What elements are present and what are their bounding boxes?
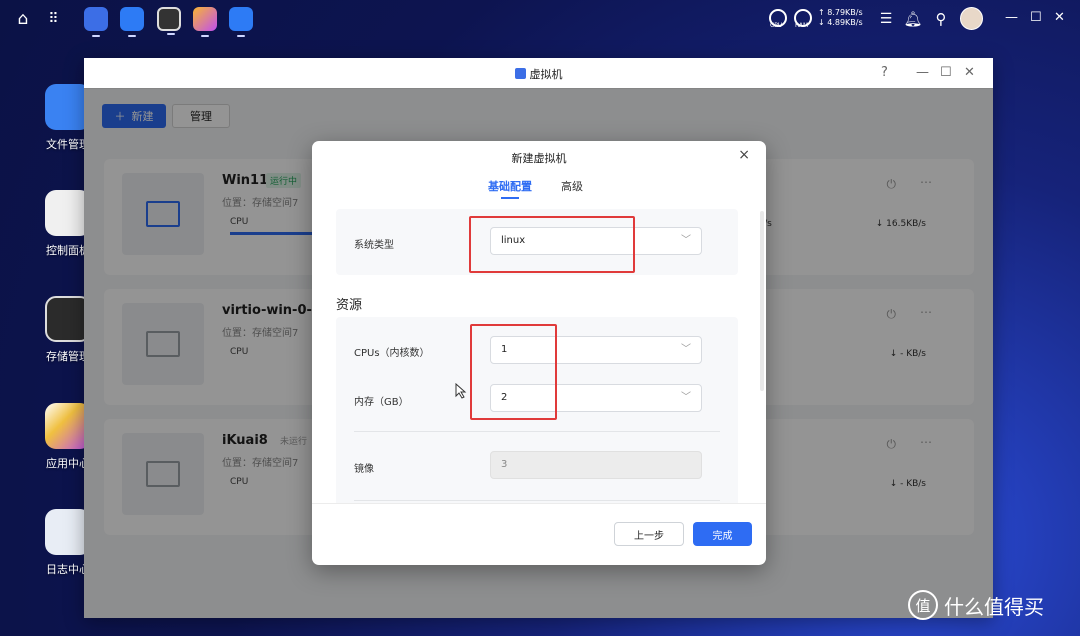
memory-label: 内存（GB） <box>354 397 409 408</box>
task-list-icon[interactable]: ☰ <box>873 6 899 32</box>
minimize-icon[interactable]: — <box>916 65 929 80</box>
watermark: 值 什么值得买 <box>908 590 1044 620</box>
download-speed: ↓ 4.89KB/s <box>818 18 863 27</box>
divider <box>354 500 720 501</box>
dialog-scrollbar[interactable] <box>760 211 764 391</box>
dialog-footer: 上一步 完成 <box>312 503 766 565</box>
top-bar: ⌂ ⠿ CPU RAM ↑ 8.79KB/s ↓ 4.89KB/s ☰ 🔔︎ ⚲… <box>0 0 1080 38</box>
apps-grid-icon[interactable]: ⠿ <box>41 6 67 32</box>
annotation-box-resources <box>470 324 557 420</box>
window-titlebar: 虚拟机 ? — ☐ ✕ <box>84 58 993 89</box>
chevron-down-icon: ﹀ <box>681 235 691 246</box>
network-speed: ↑ 8.79KB/s ↓ 4.89KB/s <box>818 8 863 28</box>
file-manager-2-taskbar-icon[interactable] <box>229 7 253 37</box>
section-resources-heading: 资源 <box>336 298 363 313</box>
active-tab-indicator <box>501 197 519 199</box>
storage-taskbar-icon[interactable] <box>157 7 181 35</box>
image-field: 3 <box>490 451 702 479</box>
app-center-taskbar-icon[interactable] <box>193 7 217 37</box>
close-icon[interactable]: × <box>738 147 750 163</box>
upload-speed: ↑ 8.79KB/s <box>818 8 863 17</box>
chevron-down-icon: ﹀ <box>681 392 691 403</box>
watermark-text: 什么值得买 <box>944 594 1044 619</box>
file-manager-taskbar-icon[interactable] <box>120 7 144 37</box>
search-icon[interactable]: ⚲ <box>928 6 954 32</box>
desktop-close-icon[interactable]: ✕ <box>1054 10 1065 25</box>
cpus-label: CPUs（内核数） <box>354 348 430 359</box>
vm-app-taskbar-icon[interactable] <box>84 7 108 37</box>
mouse-cursor-icon <box>455 383 467 399</box>
finish-button[interactable]: 完成 <box>693 522 752 546</box>
vm-app-icon <box>514 68 526 79</box>
window-title-text: 虚拟机 <box>529 68 563 81</box>
chevron-down-icon: ﹀ <box>681 344 691 355</box>
image-label: 镜像 <box>354 464 374 475</box>
desktop-maximize-icon[interactable]: ☐ <box>1030 10 1042 25</box>
ram-meter-label: RAM <box>795 22 809 29</box>
desktop-minimize-icon[interactable]: — <box>1005 10 1018 25</box>
tab-advanced[interactable]: 高级 <box>561 178 583 194</box>
help-icon[interactable]: ? <box>881 65 888 80</box>
cpu-meter-label: CPU <box>770 22 783 29</box>
watermark-logo-icon: 值 <box>908 590 938 620</box>
bell-icon[interactable]: 🔔︎ <box>900 6 926 32</box>
previous-step-button[interactable]: 上一步 <box>614 522 684 546</box>
maximize-icon[interactable]: ☐ <box>940 65 952 80</box>
annotation-box-system-type <box>469 216 635 273</box>
tab-basic-config[interactable]: 基础配置 <box>488 178 532 194</box>
home-icon[interactable]: ⌂ <box>10 6 36 32</box>
dialog-title: 新建虚拟机 <box>511 152 567 165</box>
system-type-label: 系统类型 <box>354 240 394 251</box>
avatar[interactable] <box>960 7 983 30</box>
close-icon[interactable]: ✕ <box>964 65 975 80</box>
divider <box>354 431 720 432</box>
window-title: 虚拟机 <box>84 66 993 82</box>
